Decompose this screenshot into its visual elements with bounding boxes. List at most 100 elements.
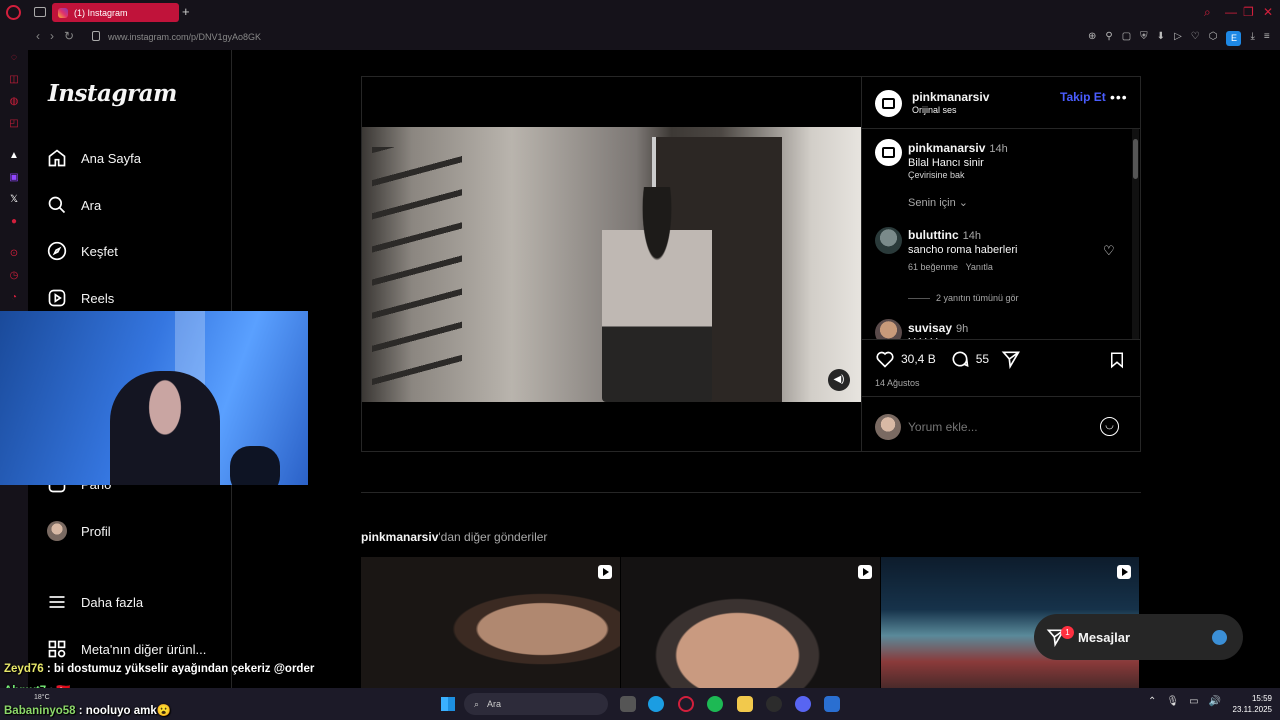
- url-text[interactable]: www.instagram.com/p/DNV1gyAo8GK: [108, 32, 261, 42]
- taskbar-search[interactable]: ⌕ Ara: [464, 693, 608, 715]
- mute-button[interactable]: ◀): [828, 369, 850, 391]
- history-icon[interactable]: ◷: [8, 270, 20, 282]
- browser-tab-instagram[interactable]: (1) Instagram: [52, 3, 179, 22]
- scroll-thumb[interactable]: [1133, 139, 1138, 179]
- comment-likes[interactable]: 61 beğenme: [908, 262, 958, 272]
- new-tab-button[interactable]: +: [182, 5, 194, 19]
- comments-scrollbar[interactable]: [1132, 129, 1139, 339]
- nav-item-meta-apps[interactable]: Meta'nın diğer ürünl...: [46, 638, 206, 660]
- post-date[interactable]: 14 Ağustos: [875, 378, 920, 388]
- view-replies-link[interactable]: 2 yanıtın tümünü gör: [908, 293, 1019, 303]
- more-post-thumbnail[interactable]: [621, 557, 880, 688]
- tab-overview-icon[interactable]: [34, 7, 46, 17]
- caption: pinkmanarsiv 14h Bilal Hancı sinir Çeviri…: [908, 141, 1008, 180]
- instagram-sidebar-icon[interactable]: ◰: [8, 118, 20, 130]
- opera-taskbar-icon[interactable]: [678, 696, 694, 712]
- extensions-icon[interactable]: ⬡: [1209, 31, 1218, 46]
- emoji-icon[interactable]: ◡: [1100, 417, 1119, 436]
- follow-button[interactable]: Takip Et: [1060, 90, 1106, 104]
- comment-count[interactable]: 55: [976, 352, 989, 366]
- downloads-icon[interactable]: ⤓: [1250, 31, 1254, 46]
- edge-icon[interactable]: [648, 696, 664, 712]
- minimize-icon[interactable]: —: [1225, 5, 1237, 19]
- instagram-logo[interactable]: Instagram: [48, 80, 177, 107]
- like-heart-icon[interactable]: [875, 349, 895, 369]
- commenter-avatar[interactable]: [875, 227, 902, 254]
- steam-icon[interactable]: [766, 696, 782, 712]
- search-tabs-icon[interactable]: ⌕: [1204, 5, 1211, 20]
- comment-like-heart-icon[interactable]: ♡: [1103, 243, 1115, 259]
- heart-icon[interactable]: ♡: [1191, 31, 1200, 46]
- bookmark-icon[interactable]: [1108, 350, 1126, 370]
- more-post-thumbnail[interactable]: [361, 557, 620, 688]
- twitch-icon[interactable]: ▣: [8, 172, 20, 184]
- audio-label[interactable]: Orijinal ses: [912, 105, 957, 115]
- like-count[interactable]: 30,4 B: [901, 352, 936, 366]
- discord-icon[interactable]: [795, 696, 811, 712]
- volume-icon[interactable]: 🔊: [1209, 696, 1221, 707]
- display-icon[interactable]: ▭: [1189, 696, 1198, 707]
- more-posts-heading: pinkmanarsiv'dan diğer gönderiler: [361, 530, 547, 544]
- player-icon[interactable]: ⊙: [8, 248, 20, 260]
- caption-time: 14h: [989, 143, 1008, 155]
- reply-link[interactable]: Yanıtla: [966, 262, 993, 272]
- app-icon[interactable]: [824, 696, 840, 712]
- close-icon[interactable]: ✕: [1263, 5, 1273, 19]
- snapshot-icon[interactable]: ▢: [1122, 31, 1131, 46]
- aria-icon[interactable]: ◌: [8, 52, 20, 64]
- messenger-icon[interactable]: ◍: [8, 96, 20, 108]
- task-view-icon[interactable]: [620, 696, 636, 712]
- translate-link[interactable]: Çevirisine bak: [908, 170, 1008, 180]
- bag-icon[interactable]: ◫: [8, 74, 20, 86]
- pin-icon[interactable]: ⚲: [1105, 31, 1112, 46]
- microphone-icon[interactable]: 🎙: [1166, 696, 1179, 707]
- nav-item-home[interactable]: Ana Sayfa: [46, 147, 141, 169]
- nav-item-reels[interactable]: Reels: [46, 287, 114, 309]
- comment-bubble-icon[interactable]: [950, 349, 970, 369]
- video-player[interactable]: ◀): [362, 77, 861, 451]
- messages-unread-badge: 1: [1061, 626, 1074, 639]
- download-page-icon[interactable]: ⬇: [1157, 31, 1165, 46]
- comment-input[interactable]: [908, 417, 1088, 437]
- play-icon[interactable]: ▷: [1174, 31, 1182, 46]
- nav-item-explore[interactable]: Keşfet: [46, 240, 118, 262]
- post-container: ◀) pinkmanarsiv Orijinal ses Takip Et ••…: [361, 76, 1141, 452]
- chevron-up-icon[interactable]: ⌃: [1148, 696, 1156, 707]
- share-paperplane-icon[interactable]: [1001, 349, 1021, 369]
- nav-item-profile[interactable]: Profil: [46, 520, 111, 542]
- reel-badge-icon: [1117, 565, 1131, 579]
- comment-username[interactable]: suvisay: [908, 321, 952, 335]
- comment-item: buluttinc 14h sancho roma haberleri 61 be…: [908, 228, 1017, 272]
- shield-icon[interactable]: ⛨: [1140, 31, 1148, 46]
- nav-item-search[interactable]: Ara: [46, 194, 101, 216]
- reload-icon[interactable]: ↻: [64, 29, 74, 43]
- aria-ai-icon[interactable]: ▲: [8, 150, 20, 162]
- youtube-music-icon[interactable]: ●: [8, 216, 20, 228]
- pinboard-icon[interactable]: ◔: [8, 292, 20, 304]
- forward-icon[interactable]: ›: [50, 29, 54, 43]
- comment-sort-dropdown[interactable]: Senin için ⌄: [908, 196, 968, 209]
- nav-item-more[interactable]: Daha fazla: [46, 591, 143, 613]
- spotify-icon[interactable]: [707, 696, 723, 712]
- zoom-icon[interactable]: ⊕: [1088, 31, 1096, 46]
- author-avatar[interactable]: [875, 90, 902, 117]
- opera-logo-icon[interactable]: [6, 5, 21, 20]
- more-options-icon[interactable]: •••: [1110, 89, 1128, 105]
- more-posts-author[interactable]: pinkmanarsiv: [361, 530, 438, 544]
- extension-e-button[interactable]: E: [1226, 31, 1242, 46]
- caption-avatar[interactable]: [875, 139, 902, 166]
- caption-username[interactable]: pinkmanarsiv: [908, 141, 985, 155]
- back-icon[interactable]: ‹: [36, 29, 40, 43]
- x-twitter-icon[interactable]: 𝕏: [8, 194, 20, 206]
- weather-widget[interactable]: 18°C: [34, 694, 50, 701]
- easy-setup-icon[interactable]: ≡: [1264, 31, 1270, 46]
- commenter-avatar[interactable]: [875, 319, 902, 339]
- file-explorer-icon[interactable]: [737, 696, 753, 712]
- taskbar-clock[interactable]: 15:59 23.11.2025: [1222, 693, 1272, 715]
- messages-button[interactable]: 1 Mesajlar: [1034, 614, 1243, 660]
- reels-icon: [46, 287, 68, 309]
- comment-username[interactable]: buluttinc: [908, 228, 959, 242]
- author-username[interactable]: pinkmanarsiv: [912, 90, 989, 104]
- windows-start-icon[interactable]: [441, 697, 455, 711]
- maximize-icon[interactable]: ❐: [1243, 5, 1254, 19]
